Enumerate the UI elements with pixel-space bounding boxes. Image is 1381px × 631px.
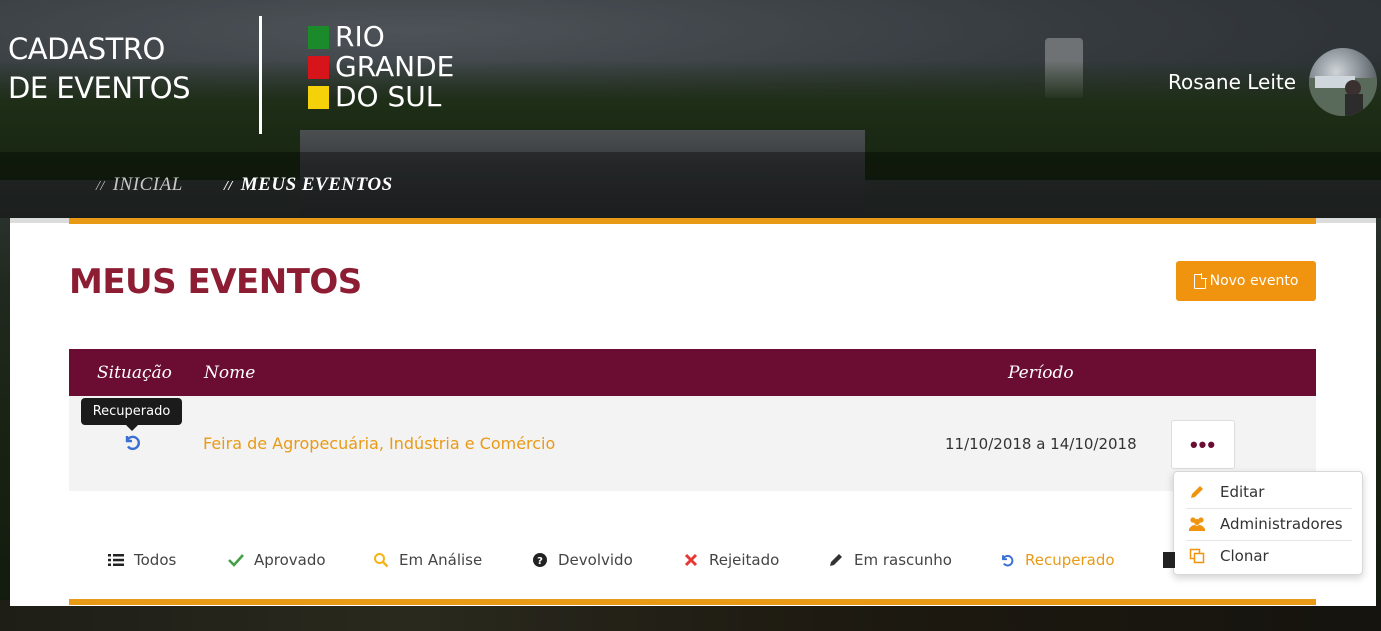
- clone-icon: [1188, 547, 1206, 565]
- table-header: [69, 349, 1316, 396]
- breadcrumb-separator: //: [224, 179, 233, 194]
- pencil-icon: [827, 551, 845, 569]
- menu-item-clonar[interactable]: Clonar: [1174, 540, 1364, 572]
- avatar[interactable]: [1309, 48, 1377, 116]
- pencil-icon: [1188, 483, 1206, 501]
- rio-grande-do-sul-logo[interactable]: RIO GRANDE DO SUL: [308, 22, 454, 112]
- new-event-button[interactable]: Novo evento: [1176, 261, 1316, 301]
- menu-item-administradores[interactable]: Administradores: [1174, 508, 1364, 540]
- partially-hidden-filter-icon[interactable]: [1163, 552, 1175, 568]
- header-divider: [259, 16, 262, 134]
- column-header-nome[interactable]: Nome: [204, 363, 255, 383]
- filter-label: Em Análise: [399, 551, 483, 569]
- breadcrumb-label: MEUS EVENTOS: [240, 174, 393, 195]
- logo-line-3: DO SUL: [335, 80, 442, 113]
- menu-item-label: Editar: [1220, 483, 1265, 501]
- user-name[interactable]: Rosane Leite: [1168, 70, 1296, 94]
- page-title: MEUS EVENTOS: [69, 262, 362, 302]
- event-period: 11/10/2018 a 14/10/2018: [945, 435, 1137, 453]
- breadcrumb-item-meus-eventos: // MEUS EVENTOS: [224, 174, 393, 196]
- panel-top-accent: [69, 218, 1316, 224]
- filter-em-rascunho[interactable]: Em rascunho: [827, 550, 952, 570]
- filter-label: Devolvido: [558, 551, 633, 569]
- filter-label: Aprovado: [254, 551, 326, 569]
- app-brand[interactable]: CADASTRO DE EVENTOS: [8, 30, 191, 108]
- check-icon: [227, 551, 245, 569]
- column-header-situacao[interactable]: Situação: [97, 363, 172, 383]
- filter-label: Rejeitado: [709, 551, 780, 569]
- brand-line-2: DE EVENTOS: [8, 71, 191, 105]
- search-icon: [372, 551, 390, 569]
- breadcrumb: [0, 152, 1381, 218]
- logo-line-2: GRANDE: [335, 50, 455, 83]
- filter-aprovado[interactable]: Aprovado: [227, 550, 326, 570]
- menu-item-label: Administradores: [1220, 515, 1343, 533]
- column-header-periodo[interactable]: Período: [1008, 363, 1074, 383]
- new-event-label: Novo evento: [1209, 273, 1299, 289]
- list-icon: [107, 551, 125, 569]
- actions-dropdown-menu: Editar Administradores Clonar: [1173, 471, 1363, 575]
- svg-text:?: ?: [537, 556, 543, 567]
- recovered-icon: [998, 551, 1016, 569]
- filter-label: Todos: [134, 551, 177, 569]
- filter-recuperado[interactable]: Recuperado: [998, 550, 1115, 570]
- logo-yellow-square: [308, 85, 329, 109]
- filter-rejeitado[interactable]: Rejeitado: [682, 550, 779, 570]
- menu-item-editar[interactable]: Editar: [1174, 476, 1364, 508]
- row-actions-button[interactable]: •••: [1171, 420, 1235, 469]
- avatar-photo-icon: [1309, 76, 1377, 116]
- document-icon: [1193, 272, 1207, 289]
- filter-devolvido[interactable]: ? Devolvido: [531, 550, 633, 570]
- breadcrumb-label: INICIAL: [112, 174, 183, 195]
- recovered-icon[interactable]: [122, 432, 142, 452]
- filter-todos[interactable]: Todos: [107, 550, 176, 570]
- logo-red-square: [308, 55, 329, 79]
- question-icon: ?: [531, 551, 549, 569]
- filter-label: Em rascunho: [854, 551, 952, 569]
- brand-line-1: CADASTRO: [8, 32, 165, 66]
- menu-item-label: Clonar: [1220, 547, 1269, 565]
- breadcrumb-item-inicial[interactable]: // INICIAL: [96, 174, 183, 196]
- logo-green-square: [308, 25, 329, 49]
- users-icon: [1188, 515, 1206, 533]
- x-icon: [682, 551, 700, 569]
- breadcrumb-separator: //: [96, 179, 105, 194]
- status-tooltip: Recuperado: [81, 398, 182, 431]
- event-name-link[interactable]: Feira de Agropecuária, Indústria e Comér…: [203, 434, 555, 453]
- filter-label: Recuperado: [1025, 551, 1115, 569]
- filter-em-analise[interactable]: Em Análise: [372, 550, 482, 570]
- logo-line-1: RIO: [335, 20, 385, 53]
- panel-bottom-accent: [69, 599, 1316, 605]
